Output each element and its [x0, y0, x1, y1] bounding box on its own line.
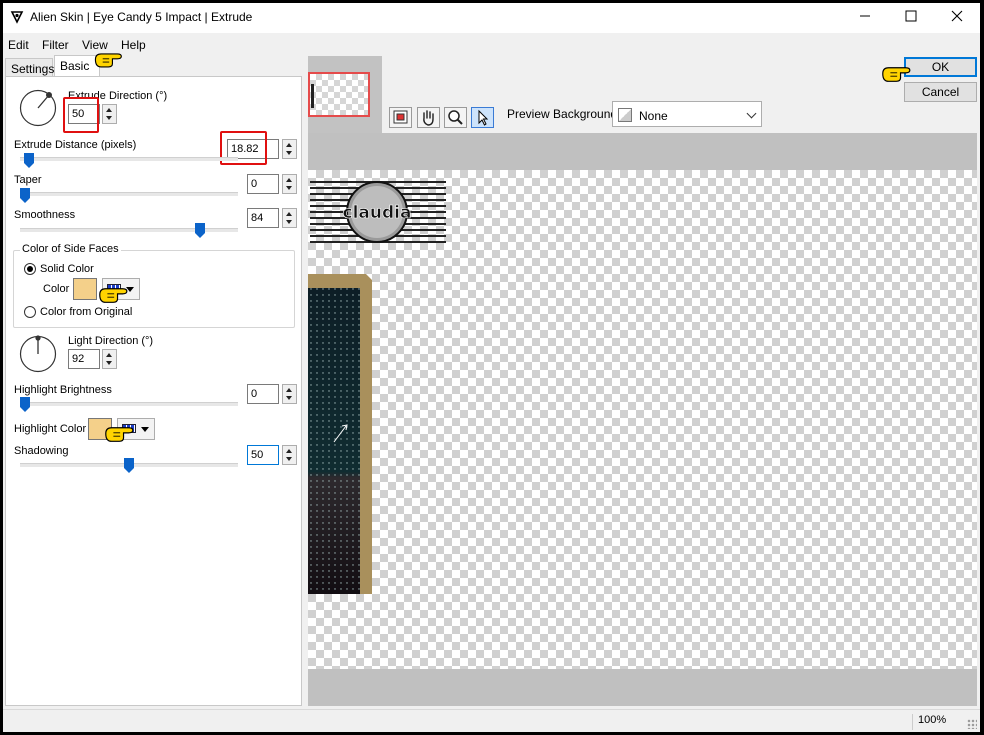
highlight-brightness-spinner[interactable] — [282, 384, 297, 404]
minimize-button[interactable] — [842, 3, 888, 33]
smoothness-label: Smoothness — [14, 209, 76, 221]
preview-background-value: None — [639, 109, 668, 123]
extruded-object-preview — [308, 274, 372, 594]
smoothness-value: 84 — [251, 212, 264, 224]
pointing-hand-icon — [105, 427, 134, 442]
maximize-button[interactable] — [888, 3, 934, 33]
smoothness-slider-track — [20, 228, 238, 232]
extrude-distance-label: Extrude Distance (pixels) — [14, 139, 137, 151]
app-window: Alien Skin | Eye Candy 5 Impact | Extrud… — [3, 3, 980, 732]
taper-spinner[interactable] — [282, 174, 297, 194]
highlight-color-label: Highlight Color — [14, 423, 87, 435]
pointing-hand-icon — [94, 53, 122, 68]
shadowing-slider-thumb[interactable] — [124, 458, 134, 473]
shadowing-input[interactable]: 50 — [247, 445, 279, 465]
side-color-swatch[interactable] — [73, 278, 97, 300]
shadowing-label: Shadowing — [14, 445, 69, 457]
light-direction-input[interactable]: 92 — [68, 349, 100, 369]
select-tool-button[interactable] — [471, 107, 494, 128]
hand-tool-button[interactable] — [417, 107, 440, 128]
shadowing-value: 50 — [251, 449, 264, 461]
menu-bar: Edit Filter View Help — [3, 34, 980, 54]
logo-text: claudia — [343, 203, 412, 223]
close-button[interactable] — [934, 3, 980, 33]
pointing-hand-icon — [99, 288, 128, 303]
smoothness-input[interactable]: 84 — [247, 208, 279, 228]
zoom-level: 100% — [912, 714, 958, 730]
claudia-logo-image: claudia — [310, 181, 446, 243]
smoothness-spinner[interactable] — [282, 208, 297, 228]
close-icon — [951, 10, 963, 22]
side-faces-group-title: Color of Side Faces — [20, 243, 121, 255]
highlight-brightness-slider-track — [20, 402, 238, 406]
pointing-hand-icon — [882, 67, 911, 82]
extrude-distance-slider-track — [20, 157, 238, 161]
basic-settings-panel: Extrude Direction (°) 50 Extrude Distanc… — [5, 76, 302, 706]
taper-value: 0 — [251, 178, 258, 190]
tab-settings[interactable]: Settings — [5, 58, 54, 77]
color-from-original-label: Color from Original — [40, 306, 133, 318]
zoom-magnifier-icon — [448, 110, 463, 125]
title-bar: Alien Skin | Eye Candy 5 Impact | Extrud… — [3, 3, 980, 33]
resize-grip-icon[interactable] — [967, 719, 977, 729]
preview-background-select[interactable]: None — [612, 101, 762, 127]
highlight-brightness-label: Highlight Brightness — [14, 384, 112, 396]
zoom-tool-button[interactable] — [444, 107, 467, 128]
preview-background-label: Preview Background: — [507, 107, 621, 121]
hand-pan-icon — [423, 110, 434, 126]
taper-label: Taper — [14, 174, 42, 186]
highlight-box-extrude-direction — [63, 97, 99, 133]
extrude-direction-dial[interactable] — [19, 89, 57, 127]
smoothness-slider-thumb[interactable] — [194, 223, 205, 238]
highlight-brightness-value: 0 — [251, 388, 258, 400]
light-direction-spinner[interactable] — [102, 349, 117, 369]
extrude-distance-slider-thumb[interactable] — [24, 153, 35, 168]
taper-slider-track — [20, 192, 238, 196]
extrude-direction-spinner[interactable] — [102, 104, 117, 124]
chevron-down-icon — [746, 108, 757, 119]
dropdown-caret-icon — [141, 427, 149, 432]
navigator-viewport-box[interactable] — [308, 72, 370, 117]
highlight-brightness-input[interactable]: 0 — [247, 384, 279, 404]
preview-canvas[interactable]: claudia — [308, 170, 977, 669]
background-swatch-icon — [618, 108, 632, 122]
taper-slider-thumb[interactable] — [20, 188, 30, 203]
light-direction-value: 92 — [72, 353, 85, 365]
preview-area[interactable]: claudia — [308, 133, 977, 706]
shadowing-spinner[interactable] — [282, 445, 297, 465]
side-color-label: Color — [43, 283, 70, 295]
highlight-brightness-slider-thumb[interactable] — [20, 397, 30, 412]
menu-filter[interactable]: Filter — [42, 38, 69, 52]
color-from-original-radio[interactable] — [24, 306, 36, 318]
light-direction-dial[interactable] — [19, 335, 57, 373]
status-bar: 100% — [3, 709, 980, 732]
solid-color-label: Solid Color — [40, 263, 94, 275]
navigator-icon — [393, 110, 408, 124]
menu-edit[interactable]: Edit — [8, 38, 29, 52]
alien-skin-app-icon — [10, 11, 24, 24]
light-direction-label: Light Direction (°) — [68, 335, 154, 347]
minimize-icon — [860, 15, 870, 17]
maximize-icon — [905, 10, 917, 22]
solid-color-radio[interactable] — [24, 263, 36, 275]
cancel-button[interactable]: Cancel — [904, 82, 977, 102]
navigator-button[interactable] — [389, 107, 412, 128]
window-title: Alien Skin | Eye Candy 5 Impact | Extrud… — [30, 10, 253, 24]
navigator-thumbnail-area — [308, 56, 382, 134]
select-arrow-icon — [478, 109, 489, 126]
taper-input[interactable]: 0 — [247, 174, 279, 194]
extrude-distance-spinner[interactable] — [282, 139, 297, 159]
side-faces-group: Color of Side Faces Solid Color Color Co… — [13, 243, 295, 328]
